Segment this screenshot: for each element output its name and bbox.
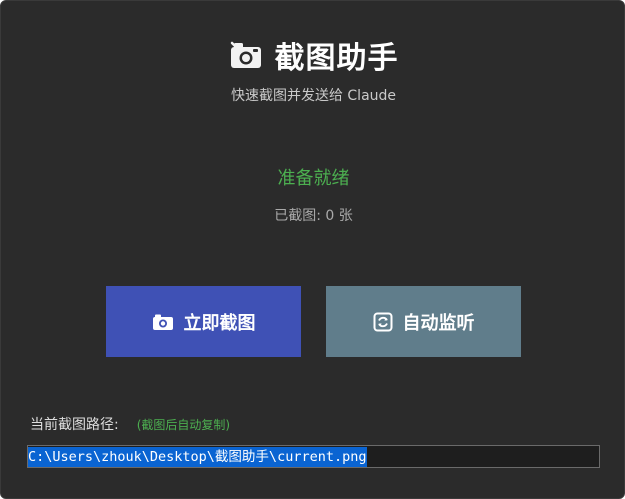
camera-icon (229, 38, 263, 72)
auto-monitor-label: 自动监听 (402, 312, 475, 334)
status-text: 准备就绪 (277, 168, 350, 189)
capture-now-label: 立即截图 (183, 312, 256, 334)
app-subtitle: 快速截图并发送给 Claude (230, 88, 397, 104)
app-window: 截图助手 快速截图并发送给 Claude 准备就绪 已截图: 0 张 立即截图 … (0, 0, 625, 499)
path-label-row: 当前截图路径: (截图后自动复制) (30, 414, 230, 434)
capture-count: 已截图: 0 张 (274, 208, 353, 224)
path-hint: (截图后自动复制) (136, 418, 231, 432)
header: 截图助手 (1, 31, 624, 79)
app-title: 截图助手 (274, 41, 399, 76)
refresh-icon (373, 312, 393, 332)
auto-monitor-button[interactable]: 自动监听 (326, 286, 521, 357)
camera-icon (152, 313, 174, 331)
path-field[interactable]: C:\Users\zhouk\Desktop\截图助手\current.png (27, 445, 600, 468)
path-value: C:\Users\zhouk\Desktop\截图助手\current.png (28, 447, 368, 467)
path-label: 当前截图路径: (30, 417, 119, 433)
capture-now-button[interactable]: 立即截图 (106, 286, 301, 357)
